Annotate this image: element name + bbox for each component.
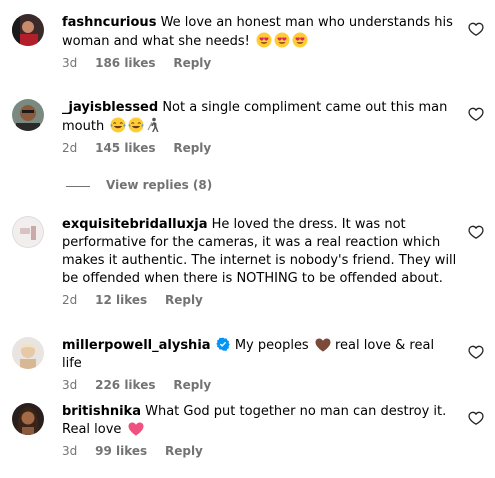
timestamp: 2d — [62, 141, 78, 155]
like-heart-icon[interactable] — [468, 21, 484, 37]
like-heart-icon[interactable] — [468, 344, 484, 360]
reply-button[interactable]: Reply — [173, 378, 211, 392]
like-heart-icon[interactable] — [468, 224, 484, 240]
comment-meta: 3d 99 likes Reply — [62, 443, 457, 459]
timestamp: 2d — [62, 293, 78, 307]
timestamp: 3d — [62, 56, 78, 70]
pink-heart-emoji-icon — [128, 422, 144, 436]
timestamp: 3d — [62, 378, 78, 392]
like-heart-icon[interactable] — [468, 410, 484, 426]
verified-badge-icon — [215, 337, 230, 351]
reply-button[interactable]: Reply — [165, 444, 203, 458]
view-replies-button[interactable]: View replies (8) — [66, 176, 266, 196]
comment-meta: 2d 145 likes Reply — [62, 140, 457, 156]
comment-body: fashncurious We love an honest man who u… — [62, 14, 457, 71]
comment-meta: 3d 226 likes Reply — [62, 377, 457, 393]
likes-count[interactable]: 145 likes — [95, 141, 155, 155]
comment-text: My peoples — [234, 338, 309, 353]
avatar[interactable] — [12, 14, 44, 46]
likes-count[interactable]: 99 likes — [95, 444, 147, 458]
username[interactable]: britishnika — [62, 404, 141, 419]
reply-button[interactable]: Reply — [165, 293, 203, 307]
comment-body: _jayisblessed Not a single compliment ca… — [62, 99, 457, 156]
avatar[interactable] — [12, 99, 44, 131]
avatar[interactable] — [12, 337, 44, 369]
comment-meta: 2d 12 likes Reply — [62, 292, 457, 308]
reply-button[interactable]: Reply — [173, 56, 211, 70]
comment-body: britishnika What God put together no man… — [62, 403, 457, 459]
likes-count[interactable]: 226 likes — [95, 378, 155, 392]
heart-eyes-emoji-icon — [292, 32, 308, 48]
timestamp: 3d — [62, 444, 78, 458]
avatar[interactable] — [12, 403, 44, 435]
view-replies-label: View replies (8) — [106, 178, 213, 192]
likes-count[interactable]: 186 likes — [95, 56, 155, 70]
username[interactable]: exquisitebridalluxja — [62, 217, 207, 232]
tears-of-joy-emoji-icon — [128, 117, 144, 133]
person-walking-emoji-icon — [146, 117, 160, 133]
username[interactable]: millerpowell_alyshia — [62, 338, 211, 353]
replies-divider-line — [66, 186, 90, 187]
tears-of-joy-emoji-icon — [110, 117, 126, 133]
username[interactable]: _jayisblessed — [62, 100, 158, 115]
comment-body: exquisitebridalluxja He loved the dress.… — [62, 216, 457, 308]
avatar[interactable] — [12, 216, 44, 248]
heart-eyes-emoji-icon — [256, 32, 272, 48]
like-heart-icon[interactable] — [468, 106, 484, 122]
comment-body: millerpowell_alyshia My peoples real lov… — [62, 337, 457, 393]
likes-count[interactable]: 12 likes — [95, 293, 147, 307]
comment-meta: 3d 186 likes Reply — [62, 55, 457, 71]
brown-heart-emoji-icon — [315, 338, 331, 352]
heart-eyes-emoji-icon — [274, 32, 290, 48]
reply-button[interactable]: Reply — [173, 141, 211, 155]
username[interactable]: fashncurious — [62, 15, 156, 30]
